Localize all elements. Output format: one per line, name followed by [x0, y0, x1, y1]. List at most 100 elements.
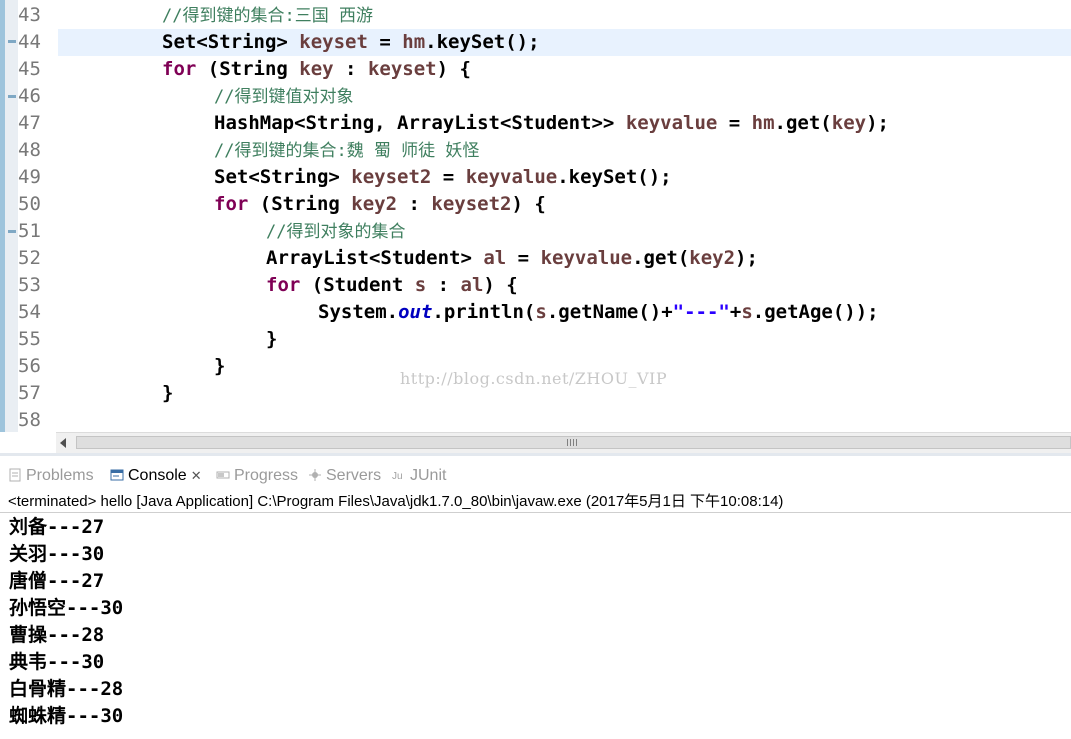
console-output-line: 曹操---28	[9, 624, 105, 646]
code-line[interactable]: //得到键的集合:魏 蜀 师徒 妖怪	[58, 137, 1071, 164]
tab-servers[interactable]: Servers	[308, 462, 381, 490]
line-number: 45	[18, 58, 41, 80]
code-token: keyvalue	[540, 247, 633, 269]
code-token: s	[741, 301, 753, 323]
code-line[interactable]: for (String key : keyset) {	[58, 56, 1071, 83]
code-token: :	[333, 58, 368, 80]
code-token: .keySet();	[557, 166, 672, 188]
code-line[interactable]: HashMap<String, ArrayList<Student>> keyv…	[58, 110, 1071, 137]
code-token: );	[866, 112, 889, 134]
code-token: keyset2	[431, 193, 512, 215]
code-token: :	[397, 193, 432, 215]
code-line[interactable]: //得到键的集合:三国 西游	[58, 2, 1071, 29]
code-token: al	[460, 274, 484, 296]
console-status: <terminated> hello [Java Application] C:…	[8, 493, 784, 510]
code-token: keyset	[367, 58, 437, 80]
console-output[interactable]: 刘备---27 关羽---30 唐僧---27 孙悟空---30 曹操---28 典韦--…	[9, 514, 123, 730]
code-token: (String	[248, 193, 352, 215]
junit-icon: Ju	[392, 464, 406, 482]
scroll-left-icon[interactable]	[60, 438, 66, 448]
code-token: =	[431, 166, 466, 188]
code-token: out	[398, 301, 433, 323]
code-line[interactable]: //得到键值对对象	[58, 83, 1071, 110]
code-token: Set<String>	[214, 166, 352, 188]
code-token: (Student	[300, 274, 415, 296]
close-icon[interactable]: ✕	[191, 468, 202, 483]
tab-console[interactable]: Console ✕	[110, 462, 202, 490]
tab-progress[interactable]: Progress	[216, 462, 298, 490]
console-output-line: 刘备---27	[9, 516, 105, 538]
tab-label: Problems	[26, 467, 94, 484]
line-number: 54	[18, 301, 41, 323]
code-token: );	[735, 247, 758, 269]
code-token: s	[414, 274, 427, 296]
line-number: 57	[18, 382, 41, 404]
code-token: al	[483, 247, 507, 269]
line-number: 43	[18, 4, 41, 26]
code-line[interactable]: ArrayList<Student> al = keyvalue.get(key…	[58, 245, 1071, 272]
line-number: 48	[18, 139, 41, 161]
line-number: 44	[18, 31, 41, 53]
code-token: for	[266, 274, 301, 296]
tab-junit[interactable]: Ju JUnit	[392, 462, 446, 490]
code-token: hm	[751, 112, 775, 134]
console-output-line: 孙悟空---30	[9, 597, 124, 619]
code-line[interactable]	[58, 407, 1071, 434]
scrollbar-thumb[interactable]	[76, 436, 1071, 449]
code-editor[interactable]: 43 44 45 46 47 48 49 50 51 52 53 54 55 56 57 58 //得到键的集…	[0, 0, 1071, 456]
console-output-line: 蜘蛛精---30	[9, 705, 124, 727]
ruler-mark	[8, 230, 16, 233]
line-number: 46	[18, 85, 41, 107]
code-token: Set<String>	[162, 31, 300, 53]
console-output-line: 唐僧---27	[9, 570, 105, 592]
code-token: keyvalue	[625, 112, 718, 134]
tab-label: JUnit	[410, 467, 447, 484]
horizontal-scrollbar[interactable]	[56, 432, 1071, 453]
code-token: .println(	[432, 301, 536, 323]
code-line[interactable]: //得到对象的集合	[58, 218, 1071, 245]
code-token: }	[214, 355, 226, 377]
code-token: .getAge());	[752, 301, 879, 323]
tab-label: Console	[128, 467, 187, 484]
code-token: key	[831, 112, 867, 134]
line-number: 58	[18, 409, 41, 431]
code-token: for	[214, 193, 249, 215]
code-token: :	[426, 274, 461, 296]
line-number: 55	[18, 328, 41, 350]
line-number: 52	[18, 247, 41, 269]
tab-label: Servers	[326, 467, 382, 484]
code-token: .get(	[632, 247, 690, 269]
console-output-line: 白骨精---28	[9, 678, 124, 700]
code-token: hm	[402, 31, 426, 53]
progress-icon	[216, 464, 230, 479]
code-line[interactable]: for (Student s : al) {	[58, 272, 1071, 299]
code-token: for	[162, 58, 197, 80]
view-tab-bar: Problems Console ✕ Progress Servers Ju JUnit	[0, 462, 1071, 490]
code-token: System.	[318, 301, 399, 323]
ruler-mark	[8, 40, 16, 43]
overview-ruler	[5, 0, 18, 432]
line-number-gutter: 43 44 45 46 47 48 49 50 51 52 53 54 55 56 57 58	[18, 2, 48, 434]
code-line[interactable]: System.out.println(s.getName()+"---"+s.g…	[58, 299, 1071, 326]
servers-icon	[308, 464, 322, 481]
code-token: =	[506, 247, 541, 269]
svg-text:Ju: Ju	[392, 471, 403, 482]
code-line[interactable]: }	[58, 326, 1071, 353]
tab-label: Progress	[234, 467, 299, 484]
problems-icon	[8, 464, 22, 482]
scroll-gutter	[0, 432, 56, 453]
code-comment: //得到对象的集合	[266, 222, 406, 242]
code-token: +	[729, 301, 742, 323]
line-number: 50	[18, 193, 41, 215]
code-token: .keySet();	[425, 31, 540, 53]
console-output-line: 关羽---30	[9, 543, 105, 565]
code-token: key2	[351, 193, 398, 215]
current-code-line[interactable]: Set<String> keyset = hm.keySet();	[58, 29, 1071, 56]
code-line[interactable]: for (String key2 : keyset2) {	[58, 191, 1071, 218]
line-number: 53	[18, 274, 41, 296]
code-comment: //得到键值对对象	[214, 87, 354, 107]
tab-problems[interactable]: Problems	[8, 462, 94, 490]
code-token: key2	[689, 247, 736, 269]
code-token: keyset2	[351, 166, 432, 188]
code-line[interactable]: Set<String> keyset2 = keyvalue.keySet();	[58, 164, 1071, 191]
